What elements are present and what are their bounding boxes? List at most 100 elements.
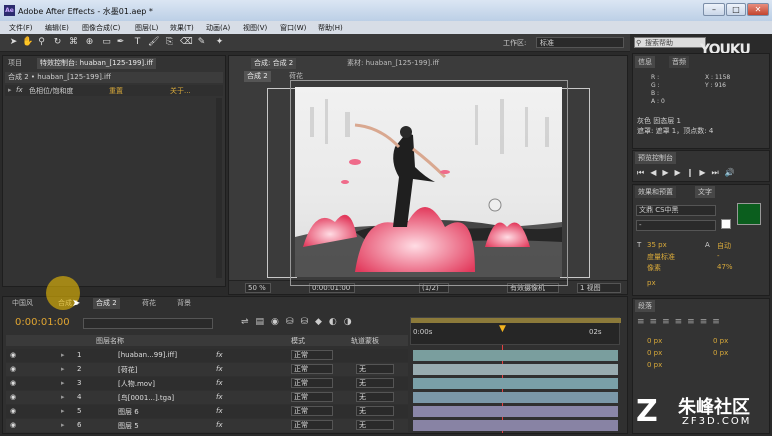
font-family-select[interactable]: 文鼎 CS中黑 — [636, 205, 716, 216]
layer-duration-bar[interactable] — [413, 364, 618, 375]
layer-name[interactable]: [荷花] — [118, 365, 137, 375]
tab-effects-presets[interactable]: 效果和预置 — [635, 186, 676, 198]
tab-footage[interactable]: 素材: huaban_[125-199].iff — [344, 58, 442, 69]
visibility-eye-icon[interactable]: ◉ — [10, 393, 16, 401]
layer-mode-select[interactable]: 正常 — [291, 392, 333, 402]
panel-scrollbar[interactable] — [216, 98, 222, 278]
layer-mode-select[interactable]: 正常 — [291, 364, 333, 374]
search-help-input[interactable]: ⚲ 搜索帮助 — [634, 37, 706, 48]
menu-composition[interactable]: 图像合成(C) — [82, 23, 120, 33]
tab-project[interactable]: 项目 — [5, 58, 25, 69]
kerning-value[interactable]: 度量标准 — [647, 252, 675, 262]
expand-arrow-icon[interactable]: ▸ — [8, 86, 12, 94]
alignment-buttons[interactable]: ≡≡≡≡≡≡≡ — [637, 317, 725, 327]
fx-switch-icon[interactable]: fx — [216, 365, 223, 373]
nav-comp2[interactable]: 合成 2 — [244, 71, 271, 82]
roto-brush-tool-icon[interactable]: ✎ — [196, 37, 207, 48]
layer-row[interactable]: ◉ ▸ 3 [人物.mov] fx 正常 无 — [6, 377, 408, 390]
layer-mode-select[interactable]: 正常 — [291, 406, 333, 416]
hand-tool-icon[interactable]: ✋ — [22, 37, 33, 48]
layer-row[interactable]: ◉ ▸ 4 [鸟[0001...].tga] fx 正常 无 — [6, 391, 408, 404]
space-before-value[interactable]: 0 px — [647, 349, 662, 357]
layer-mode-select[interactable]: 正常 — [291, 378, 333, 388]
expand-arrow-icon[interactable]: ▸ — [61, 407, 65, 415]
layer-name[interactable]: [huaban...99].iff] — [118, 351, 177, 359]
tracking-value[interactable]: - — [717, 252, 720, 260]
stroke-width-value[interactable]: 像素 — [647, 263, 661, 273]
text-tool-icon[interactable]: T — [132, 37, 143, 48]
fx-label[interactable]: fx — [16, 86, 23, 94]
menu-animation[interactable]: 动画(A) — [206, 23, 230, 33]
zoom-select[interactable]: 50 % — [245, 283, 271, 293]
close-button[interactable]: ✕ — [747, 3, 769, 16]
menu-edit[interactable]: 编辑(E) — [45, 23, 69, 33]
timeline-switches-icons[interactable]: ⇌▤◉⛁⛁◆◐◑ — [241, 317, 359, 327]
tab-timeline-lotus[interactable]: 荷花 — [139, 298, 159, 309]
workspace-select[interactable]: 标准 — [536, 37, 624, 48]
timeline-current-time[interactable]: 0:00:01:00 — [15, 317, 70, 328]
effect-reset-link[interactable]: 重置 — [109, 86, 123, 96]
scale-value[interactable]: 47% — [717, 263, 733, 271]
tab-timeline-chinese-style[interactable]: 中国风 — [9, 298, 36, 309]
layer-row[interactable]: ◉ ▸ 1 [huaban...99].iff] fx 正常 — [6, 349, 408, 362]
expand-arrow-icon[interactable]: ▸ — [61, 365, 65, 373]
menu-window[interactable]: 窗口(W) — [280, 23, 306, 33]
time-ruler[interactable]: 0:00s 02s ▼ — [410, 317, 621, 345]
selection-tool-icon[interactable]: ➤ — [8, 37, 19, 48]
tab-composition[interactable]: 合成: 合成 2 — [251, 58, 297, 69]
menu-effect[interactable]: 效果(T) — [170, 23, 194, 33]
fx-switch-icon[interactable]: fx — [216, 421, 223, 429]
layer-name[interactable]: 图层 6 — [118, 407, 139, 417]
visibility-eye-icon[interactable]: ◉ — [10, 379, 16, 387]
maximize-button[interactable]: □ — [726, 3, 746, 16]
menu-file[interactable]: 文件(F) — [9, 23, 33, 33]
tab-effect-controls[interactable]: 特效控制台: huaban_[125-199].iff — [37, 58, 157, 69]
visibility-eye-icon[interactable]: ◉ — [10, 351, 16, 359]
layer-duration-bar[interactable] — [413, 406, 618, 417]
layer-duration-bar[interactable] — [413, 378, 618, 389]
view-layout-select[interactable]: 1 视图 — [577, 283, 621, 293]
layer-name[interactable]: 图层 5 — [118, 421, 139, 431]
tab-info[interactable]: 信息 — [635, 56, 655, 68]
brush-tool-icon[interactable]: 🖌 — [148, 37, 159, 48]
expand-arrow-icon[interactable]: ▸ — [61, 421, 65, 429]
eraser-tool-icon[interactable]: ⌫ — [180, 37, 193, 48]
tab-character[interactable]: 文字 — [695, 186, 715, 198]
stroke-color-swatch[interactable] — [721, 219, 731, 229]
minimize-button[interactable]: – — [703, 3, 725, 16]
fx-switch-icon[interactable]: fx — [216, 393, 223, 401]
layer-mode-select[interactable]: 正常 — [291, 420, 333, 430]
tab-audio[interactable]: 音频 — [669, 56, 689, 68]
layer-duration-bar[interactable] — [413, 350, 618, 361]
zoom-tool-icon[interactable]: ⚲ — [36, 37, 47, 48]
layer-row[interactable]: ◉ ▸ 2 [荷花] fx 正常 无 — [6, 363, 408, 376]
layer-duration-bar[interactable] — [413, 392, 618, 403]
font-size-value[interactable]: 35 px — [647, 241, 667, 249]
puppet-pin-tool-icon[interactable]: ✦ — [214, 37, 225, 48]
fill-color-swatch[interactable] — [737, 203, 761, 225]
layer-trackmatte-select[interactable]: 无 — [356, 392, 394, 402]
layer-search-input[interactable] — [83, 318, 213, 329]
tab-timeline-background[interactable]: 背景 — [174, 298, 194, 309]
layer-trackmatte-select[interactable]: 无 — [356, 378, 394, 388]
clone-stamp-tool-icon[interactable]: ⎘ — [164, 37, 175, 48]
expand-arrow-icon[interactable]: ▸ — [61, 351, 65, 359]
menu-layer[interactable]: 图层(L) — [135, 23, 158, 33]
indent-left-value[interactable]: 0 px — [647, 337, 662, 345]
layer-name[interactable]: [鸟[0001...].tga] — [118, 393, 174, 403]
rotate-tool-icon[interactable]: ↻ — [52, 37, 63, 48]
tab-timeline-comp2[interactable]: 合成 2 — [93, 298, 120, 309]
menu-view[interactable]: 视图(V) — [243, 23, 267, 33]
menu-help[interactable]: 帮助(H) — [318, 23, 343, 33]
layer-trackmatte-select[interactable]: 无 — [356, 406, 394, 416]
tab-paragraph[interactable]: 段落 — [635, 300, 655, 312]
layer-mode-select[interactable]: 正常 — [291, 350, 333, 360]
rectangle-tool-icon[interactable]: ▭ — [101, 37, 112, 48]
fx-switch-icon[interactable]: fx — [216, 351, 223, 359]
playhead-marker-icon[interactable]: ▼ — [499, 324, 506, 334]
first-indent-value[interactable]: 0 px — [647, 361, 662, 369]
layer-trackmatte-select[interactable]: 无 — [356, 364, 394, 374]
layer-duration-bar[interactable] — [413, 420, 618, 431]
visibility-eye-icon[interactable]: ◉ — [10, 421, 16, 429]
camera-tool-icon[interactable]: ⌘ — [68, 37, 79, 48]
